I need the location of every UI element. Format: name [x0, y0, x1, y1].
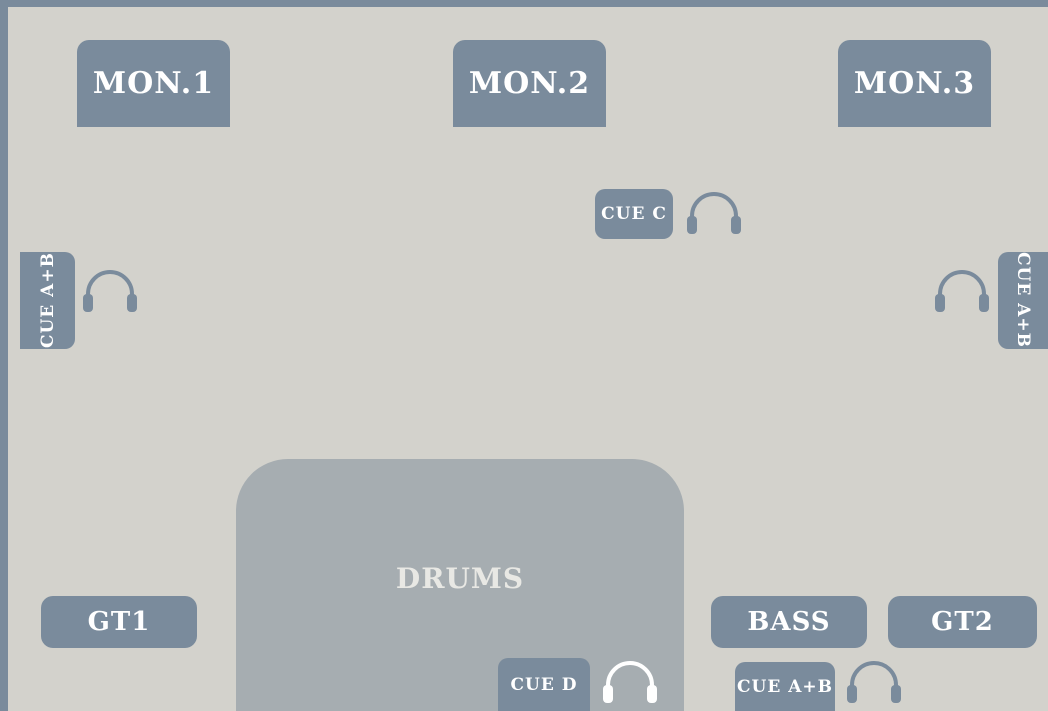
cue-ab-right-box[interactable]: CUE A+B	[998, 252, 1048, 349]
gt2-box[interactable]: GT2	[888, 596, 1037, 648]
bass-box[interactable]: BASS	[711, 596, 867, 648]
cue-ab-right-label: CUE A+B	[1013, 252, 1033, 349]
headphones-icon	[603, 661, 657, 703]
monitor-2[interactable]: MON.2	[453, 40, 606, 127]
monitor-2-label: MON.2	[468, 66, 591, 101]
cue-ab-bottom-box[interactable]: CUE A+B	[735, 662, 835, 711]
cue-ab-bottom-label: CUE A+B	[736, 676, 834, 697]
gt1-box[interactable]: GT1	[41, 596, 197, 648]
monitor-1[interactable]: MON.1	[77, 40, 230, 127]
cue-ab-left-box[interactable]: CUE A+B	[20, 252, 75, 349]
headphones-icon	[687, 192, 741, 234]
cue-ab-left-label: CUE A+B	[37, 252, 58, 349]
monitor-3-label: MON.3	[853, 66, 976, 101]
headphones-icon	[83, 270, 137, 312]
gt1-label: GT1	[87, 607, 151, 637]
headphones-icon	[935, 270, 989, 312]
cue-c-label: CUE C	[601, 204, 667, 224]
gt2-label: GT2	[931, 607, 994, 637]
headphones-icon	[847, 661, 901, 703]
monitor-3[interactable]: MON.3	[838, 40, 991, 127]
bass-label: BASS	[747, 607, 831, 637]
monitor-1-label: MON.1	[92, 66, 215, 101]
cue-d-box[interactable]: CUE D	[498, 658, 590, 711]
cue-c-box[interactable]: CUE C	[595, 189, 673, 239]
cue-d-label: CUE D	[510, 674, 578, 695]
